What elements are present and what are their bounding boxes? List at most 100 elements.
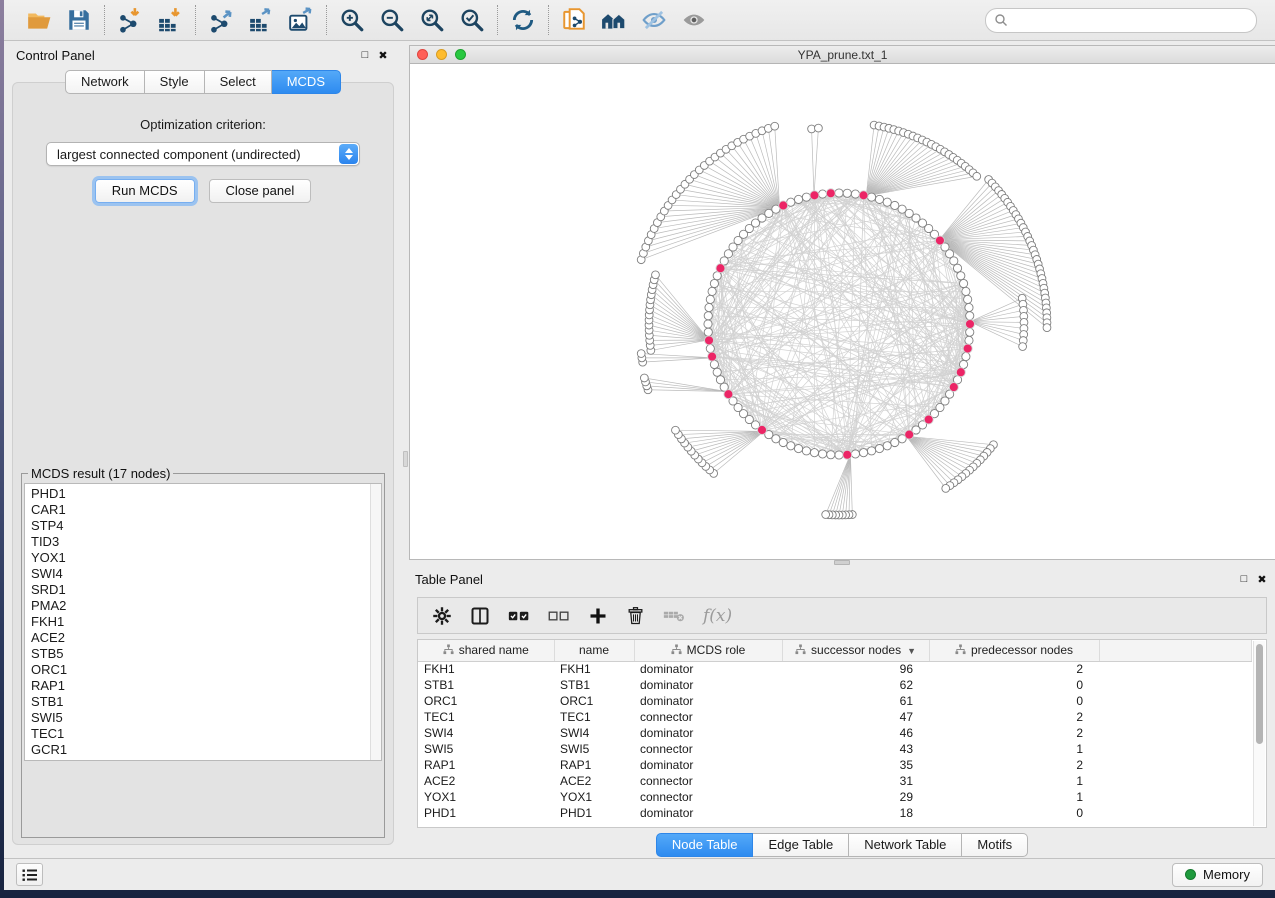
table-row-PHD1[interactable]: PHD1PHD1dominator180 bbox=[418, 805, 1252, 821]
tab-node-table[interactable]: Node Table bbox=[656, 833, 754, 857]
add-column-icon[interactable] bbox=[588, 603, 608, 629]
splitter-handle[interactable] bbox=[403, 451, 408, 467]
column-header-shared_name[interactable]: shared name bbox=[418, 640, 554, 661]
search-input[interactable] bbox=[1014, 13, 1248, 27]
import-network-icon[interactable] bbox=[115, 5, 145, 35]
result-node[interactable]: PHD1 bbox=[25, 486, 381, 502]
vertical-splitter[interactable] bbox=[402, 41, 409, 858]
result-node[interactable]: TEC1 bbox=[25, 726, 381, 742]
delete-columns-icon[interactable] bbox=[626, 603, 645, 629]
result-node[interactable]: SWI4 bbox=[25, 566, 381, 582]
cell-predecessor_nodes: 0 bbox=[929, 693, 1099, 709]
application-window: Control Panel □ ✖ NetworkStyleSelectMCDS… bbox=[4, 0, 1275, 890]
result-node[interactable]: GCR1 bbox=[25, 742, 381, 758]
duplicate-network-icon[interactable] bbox=[559, 5, 589, 35]
zoom-selected-icon[interactable] bbox=[457, 5, 487, 35]
optimization-criterion-select[interactable]: largest connected component (undirected) bbox=[46, 142, 360, 166]
memory-button[interactable]: Memory bbox=[1172, 863, 1263, 887]
cell-predecessor_nodes: 0 bbox=[929, 677, 1099, 693]
result-node[interactable]: TID3 bbox=[25, 534, 381, 550]
import-table-icon[interactable] bbox=[155, 5, 185, 35]
table-row-YOX1[interactable]: YOX1YOX1connector291 bbox=[418, 789, 1252, 805]
cell-successor_nodes: 18 bbox=[782, 805, 929, 821]
tab-edge-table[interactable]: Edge Table bbox=[753, 833, 849, 857]
result-node[interactable]: PMA2 bbox=[25, 598, 381, 614]
window-maximize-icon[interactable] bbox=[455, 49, 466, 60]
hide-selected-icon[interactable] bbox=[639, 5, 669, 35]
result-node[interactable]: ORC1 bbox=[25, 662, 381, 678]
run-mcds-button[interactable]: Run MCDS bbox=[95, 179, 195, 203]
cell-successor_nodes: 43 bbox=[782, 741, 929, 757]
table-row-ACE2[interactable]: ACE2ACE2connector311 bbox=[418, 773, 1252, 789]
search-field[interactable] bbox=[985, 8, 1257, 33]
result-node[interactable]: RAP1 bbox=[25, 678, 381, 694]
close-panel-button[interactable]: Close panel bbox=[209, 179, 312, 203]
tab-network-table[interactable]: Network Table bbox=[849, 833, 962, 857]
tab-mcds[interactable]: MCDS bbox=[272, 70, 341, 94]
control-panel: Control Panel □ ✖ NetworkStyleSelectMCDS… bbox=[4, 41, 402, 858]
table-row-SWI5[interactable]: SWI5SWI5connector431 bbox=[418, 741, 1252, 757]
table-row-STB1[interactable]: STB1STB1dominator620 bbox=[418, 677, 1252, 693]
table-scrollbar-thumb[interactable] bbox=[1256, 644, 1263, 744]
splitter-handle[interactable] bbox=[834, 560, 850, 565]
select-all-rows-icon[interactable] bbox=[508, 603, 530, 629]
first-neighbors-icon[interactable] bbox=[599, 5, 629, 35]
toggle-columns-icon[interactable] bbox=[470, 603, 490, 629]
export-table-icon[interactable] bbox=[246, 5, 276, 35]
task-history-button[interactable] bbox=[16, 863, 43, 886]
result-node[interactable]: SWI5 bbox=[25, 710, 381, 726]
optimization-criterion-value: largest connected component (undirected) bbox=[57, 147, 301, 162]
show-all-icon[interactable] bbox=[679, 5, 709, 35]
delete-table-icon[interactable] bbox=[663, 603, 685, 629]
cell-mcds_role: dominator bbox=[634, 661, 782, 677]
table-scrollbar[interactable] bbox=[1253, 641, 1265, 826]
column-header-mcds_role[interactable]: MCDS role bbox=[634, 640, 782, 661]
cell-name: RAP1 bbox=[554, 757, 634, 773]
float-panel-icon[interactable]: □ bbox=[356, 47, 374, 63]
result-list-scrollbar[interactable] bbox=[370, 484, 381, 760]
float-panel-icon[interactable]: □ bbox=[1235, 571, 1253, 587]
refresh-view-icon[interactable] bbox=[508, 5, 538, 35]
cell-shared_name: YOX1 bbox=[418, 789, 554, 805]
deselect-all-rows-icon[interactable] bbox=[548, 603, 570, 629]
tab-network[interactable]: Network bbox=[65, 70, 145, 94]
result-node[interactable]: FKH1 bbox=[25, 614, 381, 630]
close-panel-icon[interactable]: ✖ bbox=[374, 47, 392, 63]
result-node[interactable]: ACE2 bbox=[25, 630, 381, 646]
tab-motifs[interactable]: Motifs bbox=[962, 833, 1028, 857]
table-panel-tabs: Node TableEdge TableNetwork TableMotifs bbox=[409, 831, 1275, 858]
result-node[interactable]: YOX1 bbox=[25, 550, 381, 566]
horizontal-splitter[interactable] bbox=[409, 560, 1275, 565]
zoom-in-icon[interactable] bbox=[337, 5, 367, 35]
column-header-successor_nodes[interactable]: successor nodes▼ bbox=[782, 640, 929, 661]
export-network-icon[interactable] bbox=[206, 5, 236, 35]
column-header-predecessor_nodes[interactable]: predecessor nodes bbox=[929, 640, 1099, 661]
table-row-SWI4[interactable]: SWI4SWI4dominator462 bbox=[418, 725, 1252, 741]
result-node[interactable]: SRD1 bbox=[25, 582, 381, 598]
table-row-FKH1[interactable]: FKH1FKH1dominator962 bbox=[418, 661, 1252, 677]
table-row-RAP1[interactable]: RAP1RAP1dominator352 bbox=[418, 757, 1252, 773]
network-canvas[interactable] bbox=[410, 64, 1275, 559]
network-window-titlebar: YPA_prune.txt_1 bbox=[410, 46, 1275, 64]
cell-shared_name: PHD1 bbox=[418, 805, 554, 821]
zoom-fit-icon[interactable] bbox=[417, 5, 447, 35]
tab-style[interactable]: Style bbox=[145, 70, 205, 94]
result-node[interactable]: CAR1 bbox=[25, 502, 381, 518]
window-minimize-icon[interactable] bbox=[436, 49, 447, 60]
result-node[interactable]: STP4 bbox=[25, 518, 381, 534]
table-settings-icon[interactable] bbox=[432, 603, 452, 629]
window-close-icon[interactable] bbox=[417, 49, 428, 60]
save-session-icon[interactable] bbox=[64, 5, 94, 35]
cell-successor_nodes: 96 bbox=[782, 661, 929, 677]
zoom-out-icon[interactable] bbox=[377, 5, 407, 35]
cell-predecessor_nodes: 1 bbox=[929, 741, 1099, 757]
column-header-name[interactable]: name bbox=[554, 640, 634, 661]
result-node[interactable]: STB5 bbox=[25, 646, 381, 662]
result-node[interactable]: STB1 bbox=[25, 694, 381, 710]
export-image-icon[interactable] bbox=[286, 5, 316, 35]
table-row-ORC1[interactable]: ORC1ORC1dominator610 bbox=[418, 693, 1252, 709]
table-row-TEC1[interactable]: TEC1TEC1connector472 bbox=[418, 709, 1252, 725]
open-file-icon[interactable] bbox=[24, 5, 54, 35]
tab-select[interactable]: Select bbox=[205, 70, 272, 94]
close-panel-icon[interactable]: ✖ bbox=[1253, 571, 1271, 587]
